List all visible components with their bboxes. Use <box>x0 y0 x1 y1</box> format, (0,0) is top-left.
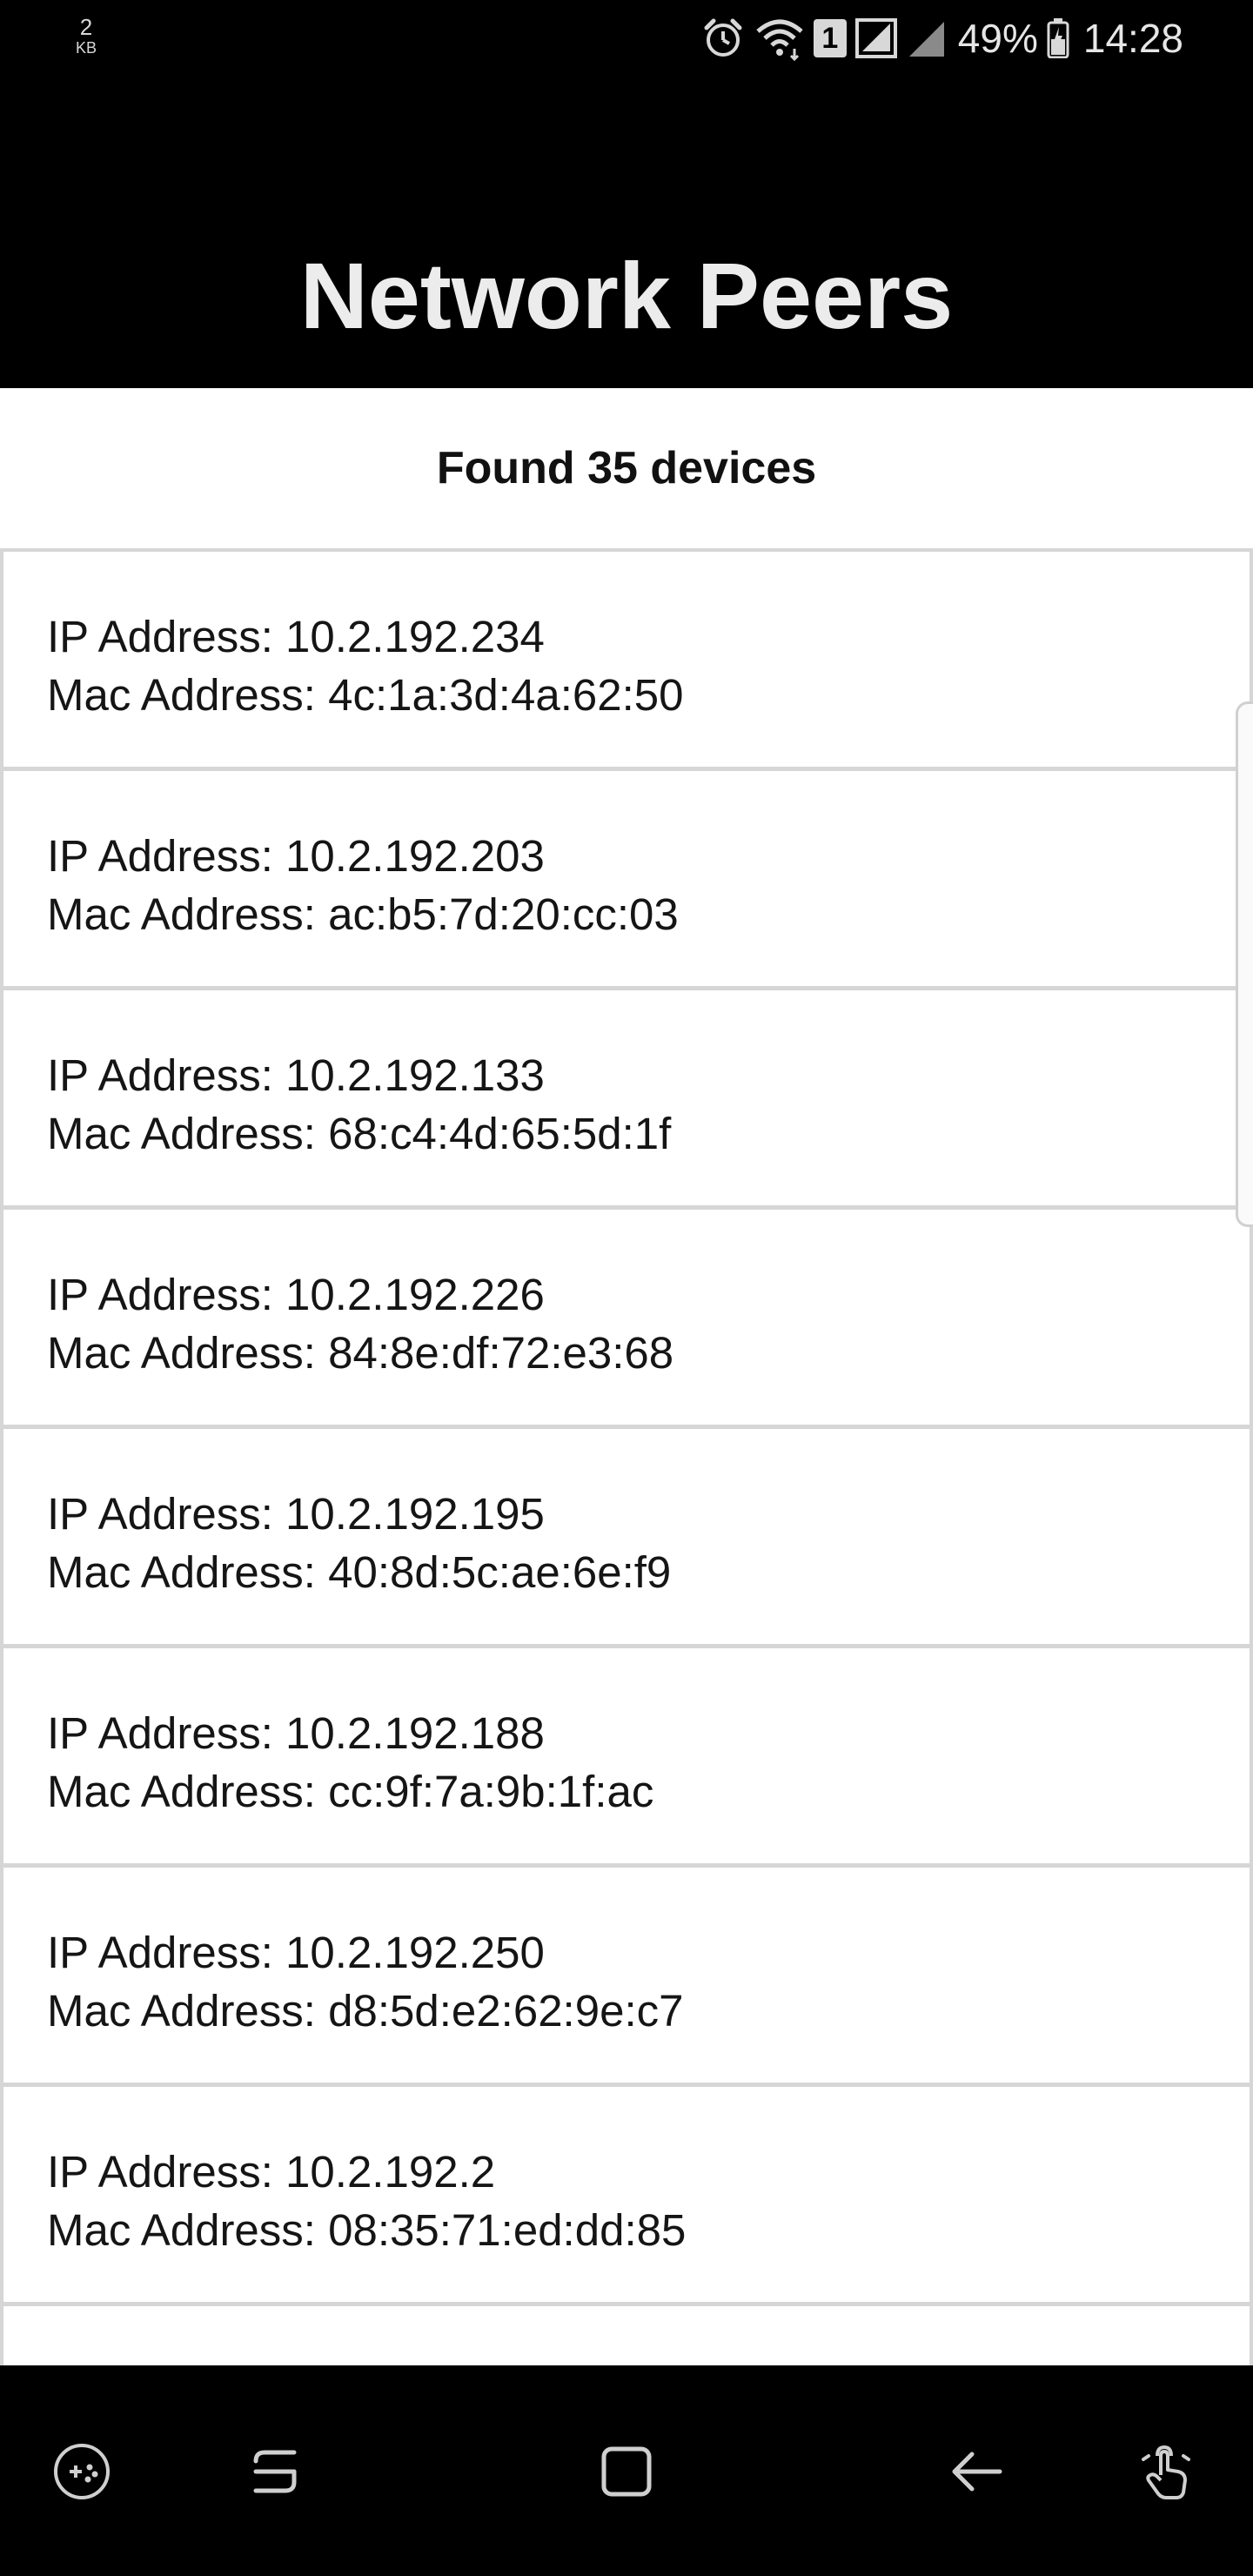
mac-address: Mac Address: 84:8e:df:72:e3:68 <box>47 1328 674 1378</box>
alarm-icon <box>700 16 746 61</box>
device-list[interactable]: IP Address: 10.2.192.234 Mac Address: 4c… <box>0 552 1253 2365</box>
ip-address: IP Address: 10.2.192.203 <box>47 831 545 881</box>
battery-percent: 49% <box>957 16 1038 61</box>
battery-icon <box>1047 18 1069 58</box>
ip-address: IP Address: 10.2.192.234 <box>47 612 545 661</box>
navigation-bar <box>0 2365 1253 2576</box>
mac-address: Mac Address: 4c:1a:3d:4a:62:50 <box>47 670 684 720</box>
list-item[interactable]: IP Address: 10.2.192.203 Mac Address: ac… <box>0 771 1253 990</box>
sim-label: 1 <box>821 22 839 55</box>
list-item[interactable]: IP Address: 10.2.192.226 Mac Address: 84… <box>0 1210 1253 1429</box>
mac-address: Mac Address: ac:b5:7d:20:cc:03 <box>47 889 679 939</box>
list-item[interactable]: IP Address: 10.2.192.188 Mac Address: cc… <box>0 1648 1253 1868</box>
list-item[interactable]: IP Address: 10.2.192.133 Mac Address: 68… <box>0 990 1253 1210</box>
network-speed-value: 2 <box>79 14 93 40</box>
home-icon[interactable] <box>592 2437 661 2506</box>
app-root: 2 KB 1 49% 14:28 Network Peers Found 35 … <box>0 0 1253 2576</box>
status-icons: 1 49% 14:28 <box>700 10 1183 66</box>
wifi-icon <box>754 16 805 61</box>
mac-address: Mac Address: cc:9f:7a:9b:1f:ac <box>47 1767 654 1816</box>
mac-address: Mac Address: 40:8d:5c:ae:6e:f9 <box>47 1547 672 1597</box>
mac-address: Mac Address: d8:5d:e2:62:9e:c7 <box>47 1986 684 2036</box>
ip-address: IP Address: 10.2.192.133 <box>47 1050 545 1100</box>
ip-address: IP Address: 10.2.192.2 <box>47 2147 496 2197</box>
back-icon[interactable] <box>941 2437 1011 2506</box>
list-item[interactable]: IP Address: 10.2.192.234 Mac Address: 4c… <box>0 552 1253 771</box>
signal-icon-2 <box>908 17 946 60</box>
network-speed-indicator: 2 KB <box>73 16 99 56</box>
device-count-label: Found 35 devices <box>0 388 1253 552</box>
signal-icon <box>854 17 899 60</box>
ip-address: IP Address: 10.2.192.226 <box>47 1270 545 1319</box>
list-item[interactable]: IP Address: 10.2.192.2 Mac Address: 08:3… <box>0 2087 1253 2306</box>
app-header: Network Peers <box>0 75 1253 388</box>
status-bar: 2 KB 1 49% 14:28 <box>0 0 1253 75</box>
list-item[interactable] <box>0 2306 1253 2365</box>
mac-address: Mac Address: 08:35:71:ed:dd:85 <box>47 2205 687 2255</box>
scrollbar-thumb[interactable] <box>1236 701 1253 1227</box>
game-tools-icon[interactable] <box>47 2437 117 2506</box>
page-title: Network Peers <box>299 243 954 348</box>
network-speed-unit: KB <box>75 39 97 57</box>
touch-assist-icon[interactable] <box>1133 2437 1203 2506</box>
mac-address: Mac Address: 68:c4:4d:65:5d:1f <box>47 1109 672 1158</box>
ip-address: IP Address: 10.2.192.195 <box>47 1489 545 1539</box>
recents-icon[interactable] <box>240 2437 310 2506</box>
sim-icon: 1 <box>813 19 847 57</box>
clock: 14:28 <box>1082 16 1183 61</box>
list-item[interactable]: IP Address: 10.2.192.250 Mac Address: d8… <box>0 1868 1253 2087</box>
list-item[interactable]: IP Address: 10.2.192.195 Mac Address: 40… <box>0 1429 1253 1648</box>
ip-address: IP Address: 10.2.192.188 <box>47 1708 545 1758</box>
ip-address: IP Address: 10.2.192.250 <box>47 1928 545 1977</box>
